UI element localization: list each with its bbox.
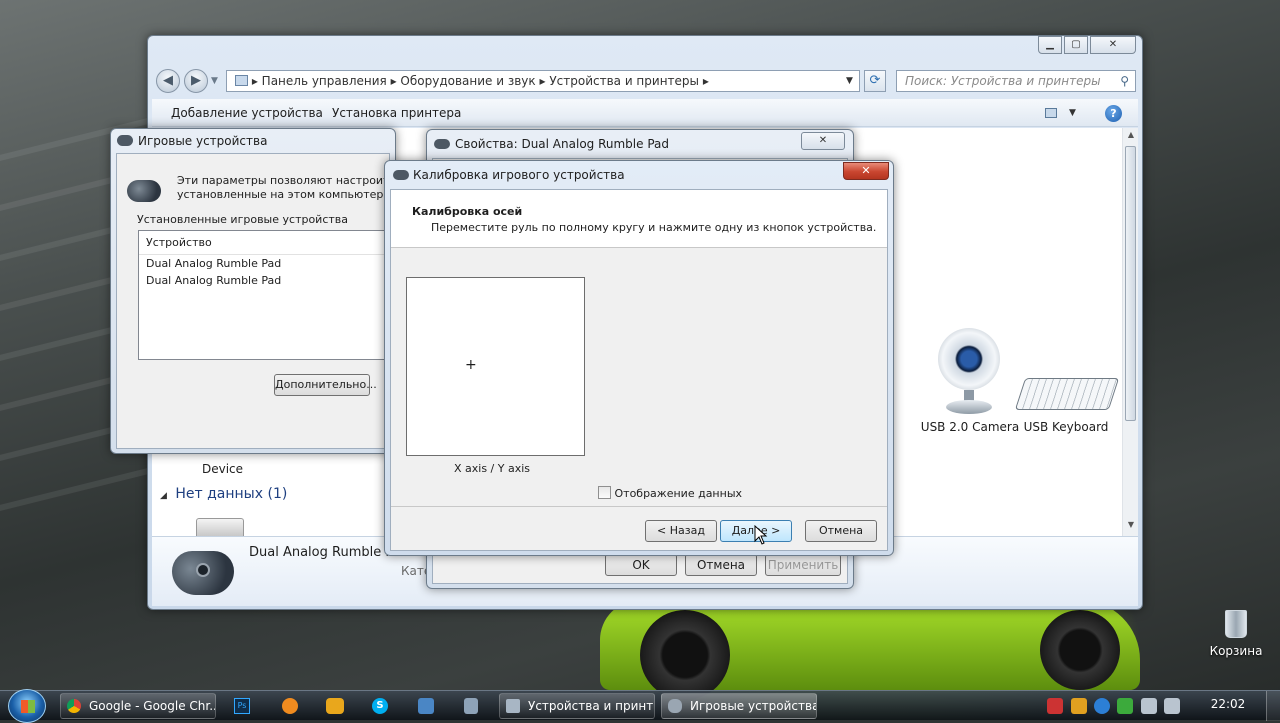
vertical-scrollbar[interactable]: ▲ ▼ xyxy=(1122,128,1138,536)
breadcrumb-item[interactable]: Панель управления xyxy=(262,74,387,88)
skype-icon[interactable]: S xyxy=(372,698,388,714)
recycle-bin-icon xyxy=(1225,610,1247,638)
webcam-icon xyxy=(938,328,1000,390)
avast-icon[interactable] xyxy=(282,698,298,714)
start-button[interactable] xyxy=(8,689,46,723)
instruction-text: Переместите руль по полному кругу и нажм… xyxy=(431,221,877,234)
list-item[interactable]: Dual Analog Rumble Pad xyxy=(139,255,397,272)
calibration-dialog: Калибровка игрового устройства ✕ Калибро… xyxy=(384,160,894,556)
tray-volume-icon[interactable] xyxy=(1164,698,1180,714)
refresh-icon[interactable]: ⟳ xyxy=(864,70,886,92)
gamepad-icon xyxy=(434,139,450,149)
taskbar-item-game-controllers[interactable]: Игровые устройства xyxy=(661,693,817,719)
scroll-down-icon[interactable]: ▼ xyxy=(1123,520,1139,529)
breadcrumb-item[interactable]: Устройства и принтеры xyxy=(549,74,699,88)
collapse-arrow-icon: ◢ xyxy=(160,491,167,501)
clock[interactable]: 22:02 xyxy=(1206,697,1250,711)
recycle-bin[interactable]: Корзина xyxy=(1208,608,1264,662)
tray-lightning-icon[interactable] xyxy=(1094,698,1110,714)
column-header[interactable]: Устройство xyxy=(139,231,397,255)
mouse-cursor-icon xyxy=(754,525,768,545)
gamepad-icon xyxy=(127,180,161,202)
app-icon[interactable] xyxy=(418,698,434,714)
taskbar: Google - Google Chr... Ps S Устройства и… xyxy=(0,689,1280,723)
description-text: Эти параметры позволяют настроить иг xyxy=(177,174,413,187)
windows-logo-icon xyxy=(21,700,35,713)
maximize-button[interactable]: ▢ xyxy=(1064,36,1088,54)
close-button[interactable]: ✕ xyxy=(801,132,845,150)
crosshair-icon: + xyxy=(465,357,477,373)
address-dropdown-icon[interactable]: ▼ xyxy=(846,76,853,86)
tray-red-icon[interactable] xyxy=(1047,698,1063,714)
close-button[interactable]: ✕ xyxy=(843,162,889,180)
keyboard-icon xyxy=(1014,378,1120,410)
device-label: USB Keyboard xyxy=(1023,420,1109,434)
back-button[interactable]: < Назад xyxy=(645,520,717,542)
page-title: Калибровка осей xyxy=(412,205,523,218)
gamepad-icon xyxy=(117,135,133,146)
taskbar-item-devices[interactable]: Устройства и принт... xyxy=(499,693,655,719)
cancel-button[interactable]: Отмена xyxy=(685,554,757,576)
tray-green-icon[interactable] xyxy=(1117,698,1133,714)
install-printer-button[interactable]: Установка принтера xyxy=(332,99,461,127)
scrollbar-thumb[interactable] xyxy=(1125,146,1136,421)
tray-orange-icon[interactable] xyxy=(1071,698,1087,714)
list-item[interactable]: Dual Analog Rumble Pad xyxy=(139,272,397,289)
scroll-up-icon[interactable]: ▲ xyxy=(1123,130,1139,139)
chrome-icon xyxy=(67,699,81,713)
back-arrow-icon[interactable]: ◀ xyxy=(156,69,180,93)
search-icon: ⚲ xyxy=(1120,74,1129,88)
game-controllers-dialog: Игровые устройства Эти параметры позволя… xyxy=(110,128,412,454)
breadcrumb-item[interactable]: Оборудование и звук xyxy=(400,74,535,88)
dialog-body: Эти параметры позволяют настроить иг уст… xyxy=(116,153,412,449)
control-panel-icon xyxy=(235,75,248,86)
installed-devices-label: Установленные игровые устройства xyxy=(137,213,349,226)
command-bar: Добавление устройства Установка принтера… xyxy=(152,99,1138,127)
taskbar-item-chrome[interactable]: Google - Google Chr... xyxy=(60,693,216,719)
device-usb-camera[interactable]: USB 2.0 Camera xyxy=(912,328,1019,438)
recent-pages-dropdown[interactable]: ▼ xyxy=(211,76,218,86)
device-label: Device xyxy=(202,462,244,476)
device-label: USB 2.0 Camera xyxy=(920,420,1020,434)
view-options-icon[interactable] xyxy=(1045,108,1057,118)
app-icon[interactable] xyxy=(464,698,478,714)
dialog-body: Калибровка осей Переместите руль по полн… xyxy=(390,189,888,551)
cancel-button[interactable]: Отмена xyxy=(805,520,877,542)
recycle-bin-label: Корзина xyxy=(1209,644,1263,658)
dialog-title: Калибровка игрового устройства xyxy=(413,168,625,182)
photoshop-icon[interactable]: Ps xyxy=(234,698,250,714)
address-bar[interactable]: ▸ Панель управления ▸ Оборудование и зву… xyxy=(226,70,860,92)
checkbox-box[interactable] xyxy=(598,486,611,499)
add-device-button[interactable]: Добавление устройства xyxy=(171,99,323,127)
search-input[interactable]: Поиск: Устройства и принтеры ⚲ xyxy=(896,70,1136,92)
advanced-button[interactable]: Дополнительно... xyxy=(274,374,377,396)
dialog-title: Игровые устройства xyxy=(138,134,268,148)
device-icon xyxy=(196,518,244,536)
gamepad-icon xyxy=(668,699,682,713)
ok-button[interactable]: OK xyxy=(605,554,677,576)
close-button[interactable]: ✕ xyxy=(1090,36,1136,54)
axis-label: X axis / Y axis xyxy=(453,462,531,475)
description-text: установленные на этом компьютере. xyxy=(177,188,394,201)
device-name: Dual Analog Rumble Pa xyxy=(249,545,401,560)
forward-arrow-icon[interactable]: ▶ xyxy=(184,69,208,93)
axis-plot: + xyxy=(406,277,585,456)
apply-button[interactable]: Применить xyxy=(765,554,841,576)
gamepad-icon xyxy=(393,170,409,180)
winamp-icon[interactable] xyxy=(326,698,344,714)
view-dropdown-icon[interactable]: ▼ xyxy=(1069,99,1076,127)
device-usb-keyboard[interactable]: USB Keyboard xyxy=(1014,368,1120,438)
group-header[interactable]: ◢ Нет данных (1) xyxy=(160,486,287,502)
devices-icon xyxy=(506,699,520,713)
tray-network-icon[interactable] xyxy=(1141,698,1157,714)
help-icon[interactable]: ? xyxy=(1105,105,1122,122)
controllers-list[interactable]: Устройство Dual Analog Rumble Pad Dual A… xyxy=(138,230,398,360)
dialog-title: Свойства: Dual Analog Rumble Pad xyxy=(455,137,669,151)
wizard-header: Калибровка осей Переместите руль по полн… xyxy=(391,190,887,248)
minimize-button[interactable]: ▁ xyxy=(1038,36,1062,54)
show-data-checkbox[interactable]: Отображение данных xyxy=(598,486,742,500)
show-desktop-button[interactable] xyxy=(1266,691,1280,721)
